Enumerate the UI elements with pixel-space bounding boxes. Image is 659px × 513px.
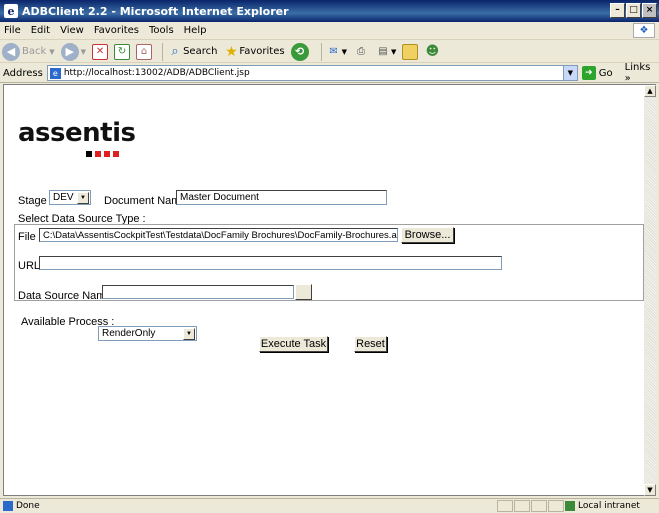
chevron-down-icon: ▼ [77,192,89,204]
data-source-name-field[interactable] [102,285,294,299]
refresh-icon: ↻ [114,43,131,60]
status-cell [514,500,530,512]
url-field[interactable] [39,256,502,270]
scroll-down-arrow-icon[interactable]: ▼ [644,484,656,496]
close-button[interactable]: × [642,3,657,18]
menu-file[interactable]: File [4,25,21,36]
assentis-logo: assentis [18,118,136,157]
scroll-up-arrow-icon[interactable]: ▲ [644,85,656,97]
chevron-down-icon: ▼ [183,328,195,340]
address-bar: Address e http://localhost:13002/ADB/ADB… [0,62,659,84]
back-arrow-icon: ◀ [2,42,20,61]
ie-app-icon: e [4,4,18,18]
menu-tools[interactable]: Tools [149,25,174,36]
go-arrow-icon: ➜ [581,66,596,80]
stop-icon: ✕ [92,43,109,60]
toolbar: ◀ Back ▼ ▶ ▼ ✕ ↻ ⌂ ⌕ Search ★ Favorites … [0,41,659,63]
folder-button[interactable] [402,43,419,60]
file-path-field[interactable]: C:\Data\AssentisCockpitTest\Testdata\Doc… [39,228,398,242]
status-cell [548,500,564,512]
forward-arrow-icon: ▶ [60,42,79,61]
status-cells [497,500,565,512]
vertical-scrollbar[interactable]: ▲ ▼ [644,84,656,496]
available-process-select[interactable]: RenderOnly ▼ [98,326,197,341]
messenger-icon: ☻ [425,44,440,59]
print-button[interactable]: ⎙ [353,44,369,60]
windows-flag-icon: ❖ [633,23,655,38]
search-button[interactable]: ⌕ Search [167,44,217,60]
toolbar-separator [320,42,322,61]
chevron-down-icon: ▼ [49,47,55,56]
logo-wordmark: assentis [18,118,136,148]
logo-dot [95,151,101,157]
chevron-down-icon: ▼ [80,47,87,56]
favorites-button[interactable]: ★ Favorites [223,44,284,60]
star-icon: ★ [225,43,238,60]
document-name-field[interactable]: Master Document [176,190,387,205]
security-zone: Local intranet [565,500,655,512]
home-button[interactable]: ⌂ [136,43,153,60]
history-icon: ⟲ [290,42,309,61]
status-bar: Done Local intranet [0,498,659,513]
menu-favorites[interactable]: Favorites [94,25,139,36]
edit-button[interactable]: ▤ ▼ [375,44,396,60]
logo-dots [86,151,119,157]
logo-dot [86,151,92,157]
menu-help[interactable]: Help [184,25,207,36]
browse-button[interactable]: Browse... [401,227,454,243]
go-button[interactable]: ➜ Go [581,66,613,80]
title-bar: e ADBClient 2.2 - Microsoft Internet Exp… [0,0,659,22]
address-label: Address [3,67,43,79]
address-dropdown-icon[interactable]: ▼ [562,66,577,80]
address-input[interactable]: e http://localhost:13002/ADB/ADBClient.j… [46,65,578,81]
links-button[interactable]: Links » [625,62,659,84]
chevron-down-icon: ▼ [341,47,347,56]
page-done-icon [3,501,13,511]
back-button[interactable]: ◀ Back ▼ [2,42,55,61]
logo-dot [104,151,110,157]
logo-dot [113,151,119,157]
history-button[interactable]: ⟲ [290,42,311,61]
stop-button[interactable]: ✕ [92,43,109,60]
address-url: http://localhost:13002/ADB/ADBClient.jsp [63,68,250,78]
window-controls: – □ × [610,3,657,18]
refresh-button[interactable]: ↻ [114,43,131,60]
chevron-down-icon: ▼ [390,47,397,56]
search-icon: ⌕ [171,44,179,59]
forward-button[interactable]: ▶ ▼ [60,42,87,61]
page-icon: e [49,67,61,79]
toolbar-separator [162,42,164,61]
data-source-lookup-button[interactable] [295,284,312,300]
messenger-button[interactable]: ☻ [424,44,440,60]
folder-icon [402,43,419,60]
edit-page-icon: ▤ [378,46,388,57]
stage-select[interactable]: DEV ▼ [49,190,91,205]
intranet-zone-icon [565,501,575,511]
menu-edit[interactable]: Edit [31,25,50,36]
printer-icon: ⎙ [356,46,365,57]
stage-label: Stage : [18,195,53,207]
status-cell [531,500,547,512]
window-title: ADBClient 2.2 - Microsoft Internet Explo… [22,4,289,18]
menu-view[interactable]: View [60,25,84,36]
status-cell [497,500,513,512]
execute-task-button[interactable]: Execute Task [259,336,328,352]
home-icon: ⌂ [136,43,153,60]
page-content: assentis Stage : DEV ▼ Document Name : M… [3,84,647,496]
mail-icon: ✉ [329,46,338,57]
mail-button[interactable]: ✉ ▼ [326,44,347,60]
maximize-button[interactable]: □ [626,3,641,18]
status-text: Done [16,501,40,511]
menu-bar: File Edit View Favorites Tools Help ❖ [0,22,659,40]
minimize-button[interactable]: – [610,3,625,18]
reset-button[interactable]: Reset [354,336,387,352]
